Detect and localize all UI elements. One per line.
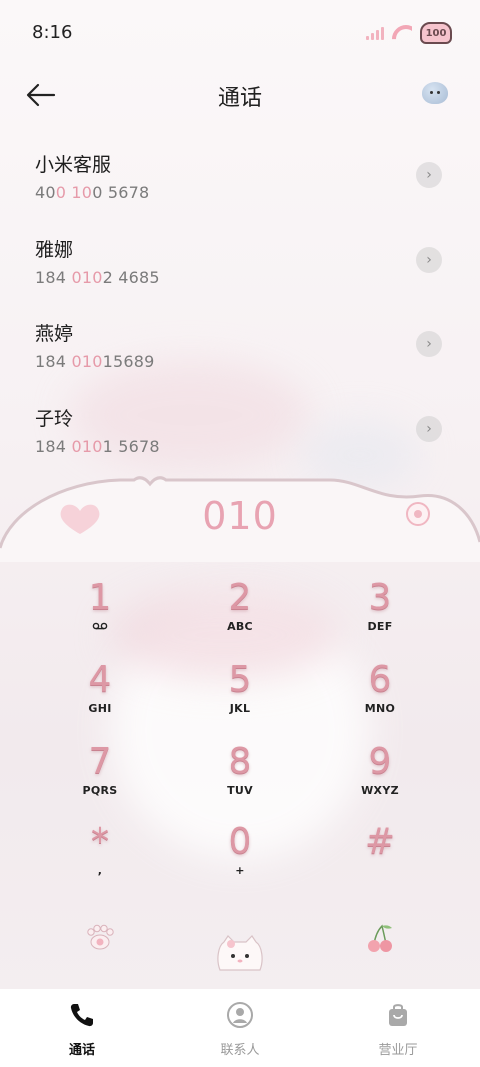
contact-name: 燕婷 — [35, 323, 74, 345]
voicemail-icon — [40, 620, 160, 633]
status-time: 8:16 — [32, 22, 73, 43]
contacts-icon — [227, 1002, 253, 1028]
key-2[interactable]: 2 ABC — [180, 578, 300, 648]
contact-name: 子玲 — [35, 407, 74, 430]
header: 通话 — [0, 70, 480, 120]
key-9[interactable]: 9 WXYZ — [320, 742, 440, 812]
key-hash[interactable]: # — [320, 822, 440, 892]
contact-name: 雅娜 — [35, 238, 74, 261]
phone-number: 184 0101 5678 — [35, 436, 160, 456]
key-4[interactable]: 4 GHI — [40, 660, 160, 730]
tab-contacts[interactable]: 联系人 — [190, 1001, 290, 1058]
phone-number: 400 100 5678 — [35, 183, 150, 202]
key-8[interactable]: 8 TUV — [180, 742, 300, 812]
status-bar: 8:16 100 — [0, 0, 480, 64]
wifi-icon — [392, 25, 412, 41]
phone-number: 184 01015689 — [35, 352, 155, 371]
phone-number: 184 0102 4685 — [35, 267, 160, 287]
key-7[interactable]: 7 PQRS — [40, 742, 160, 812]
chevron-right-icon[interactable]: › — [416, 331, 442, 357]
chevron-right-icon[interactable]: › — [416, 246, 442, 273]
phone-icon — [70, 1004, 93, 1027]
key-0[interactable]: 0 + — [180, 822, 300, 892]
tab-service-hall[interactable]: 营业厅 — [348, 1001, 448, 1058]
bottom-nav: 通话 联系人 营业厅 — [0, 989, 480, 1067]
dialer-settings-icon[interactable] — [406, 502, 430, 526]
page-title: 通话 — [217, 86, 262, 111]
status-icons: 100 — [366, 22, 452, 44]
call-list-item[interactable]: 子玲 184 0101 5678 › — [0, 394, 480, 479]
call-list: 小米客服 400 100 5678 › 雅娜 184 0102 4685 › 燕… — [0, 140, 480, 478]
key-5[interactable]: 5 JKL — [180, 660, 300, 730]
call-list-item[interactable]: 燕婷 184 01015689 › — [0, 309, 480, 394]
call-list-item[interactable]: 雅娜 184 0102 4685 › — [0, 225, 480, 310]
key-6[interactable]: 6 MNO — [320, 660, 440, 730]
key-1[interactable]: 1 — [40, 578, 160, 648]
call-button-icon[interactable] — [212, 932, 268, 974]
paw-icon[interactable] — [85, 924, 115, 950]
dialpad-panel: 010 1 2 ABC 3 DEF 4 GHI 5 JKL 6 MNO 7 PQ… — [0, 472, 480, 987]
shopping-bag-icon — [389, 1004, 407, 1026]
dialer-actions — [0, 918, 480, 978]
tab-calls[interactable]: 通话 — [32, 1001, 132, 1058]
cherry-icon[interactable] — [364, 922, 396, 954]
call-list-item[interactable]: 小米客服 400 100 5678 › — [0, 140, 480, 225]
signal-icon — [366, 26, 384, 40]
key-star[interactable]: * , — [40, 822, 160, 892]
key-3[interactable]: 3 DEF — [320, 578, 440, 648]
contact-name: 小米客服 — [35, 154, 112, 176]
theme-mascot-icon[interactable] — [422, 82, 448, 104]
chevron-right-icon[interactable]: › — [416, 162, 442, 188]
chevron-right-icon[interactable]: › — [416, 415, 442, 442]
battery-icon: 100 — [420, 22, 452, 44]
